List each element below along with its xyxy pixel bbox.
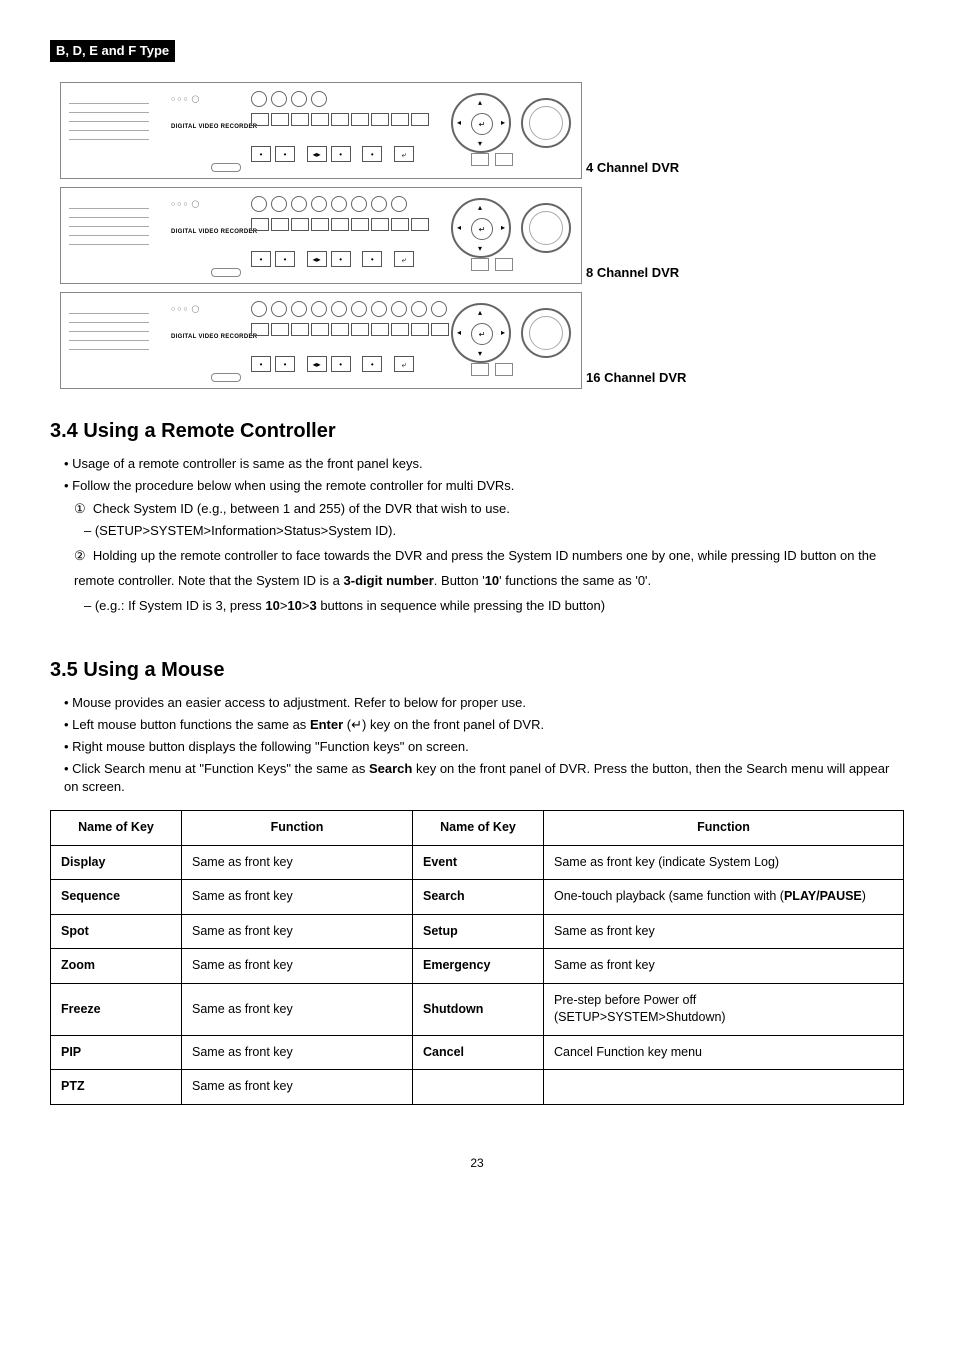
- panel-block-8ch: ○ ○ ○ ◯ DIGITAL VIDEO RECORDER •• ◂▸• • …: [60, 187, 904, 284]
- step-1-note: – (SETUP>SYSTEM>Information>Status>Syste…: [50, 522, 904, 540]
- list-item: Click Search menu at "Function Keys" the…: [64, 760, 904, 796]
- section-3-4-title: 3.4 Using a Remote Controller: [50, 417, 904, 445]
- col-name-of-key: Name of Key: [51, 811, 182, 846]
- panel-block-4ch: ○ ○ ○ ◯ DIGITAL VIDEO RECORDER •• ◂▸• • …: [60, 82, 904, 179]
- section-3-5-title: 3.5 Using a Mouse: [50, 656, 904, 684]
- list-item: Right mouse button displays the followin…: [64, 738, 904, 756]
- table-row: PTZSame as front key: [51, 1070, 904, 1105]
- list-item: Mouse provides an easier access to adjus…: [64, 694, 904, 712]
- table-row: SequenceSame as front key Search One-tou…: [51, 880, 904, 915]
- col-function-2: Function: [544, 811, 904, 846]
- list-item: Left mouse button functions the same as …: [64, 716, 904, 734]
- table-row: DisplaySame as front key EventSame as fr…: [51, 845, 904, 880]
- function-keys-table: Name of Key Function Name of Key Functio…: [50, 810, 904, 1105]
- panel-block-16ch: ○ ○ ○ ◯ DIGITAL VIDEO RECORDER •• ◂▸• • …: [60, 292, 904, 389]
- panel-label-8ch: 8 Channel DVR: [586, 264, 679, 284]
- table-row: SpotSame as front key SetupSame as front…: [51, 914, 904, 949]
- table-row: PIPSame as front key CancelCancel Functi…: [51, 1035, 904, 1070]
- step-2: ② Holding up the remote controller to fa…: [50, 544, 904, 593]
- page-number: 23: [50, 1155, 904, 1172]
- table-row: FreezeSame as front key ShutdownPre-step…: [51, 983, 904, 1035]
- col-function: Function: [182, 811, 413, 846]
- table-header-row: Name of Key Function Name of Key Functio…: [51, 811, 904, 846]
- dvr-front-panel-4ch: ○ ○ ○ ◯ DIGITAL VIDEO RECORDER •• ◂▸• • …: [60, 82, 582, 179]
- type-header: B, D, E and F Type: [50, 40, 175, 62]
- panel-label-16ch: 16 Channel DVR: [586, 369, 686, 389]
- section-3-5-list: Mouse provides an easier access to adjus…: [50, 694, 904, 797]
- step-2-note: – (e.g.: If System ID is 3, press 10>10>…: [50, 597, 904, 615]
- step-1: ① Check System ID (e.g., between 1 and 2…: [50, 500, 904, 518]
- section-3-4-list: Usage of a remote controller is same as …: [50, 455, 904, 495]
- list-item: Follow the procedure below when using th…: [64, 477, 904, 495]
- panel-diagrams: ○ ○ ○ ◯ DIGITAL VIDEO RECORDER •• ◂▸• • …: [50, 82, 904, 389]
- panel-label-4ch: 4 Channel DVR: [586, 159, 679, 179]
- list-item: Usage of a remote controller is same as …: [64, 455, 904, 473]
- table-row: ZoomSame as front key EmergencySame as f…: [51, 949, 904, 984]
- col-name-of-key-2: Name of Key: [413, 811, 544, 846]
- dvr-front-panel-8ch: ○ ○ ○ ◯ DIGITAL VIDEO RECORDER •• ◂▸• • …: [60, 187, 582, 284]
- dvr-front-panel-16ch: ○ ○ ○ ◯ DIGITAL VIDEO RECORDER •• ◂▸• • …: [60, 292, 582, 389]
